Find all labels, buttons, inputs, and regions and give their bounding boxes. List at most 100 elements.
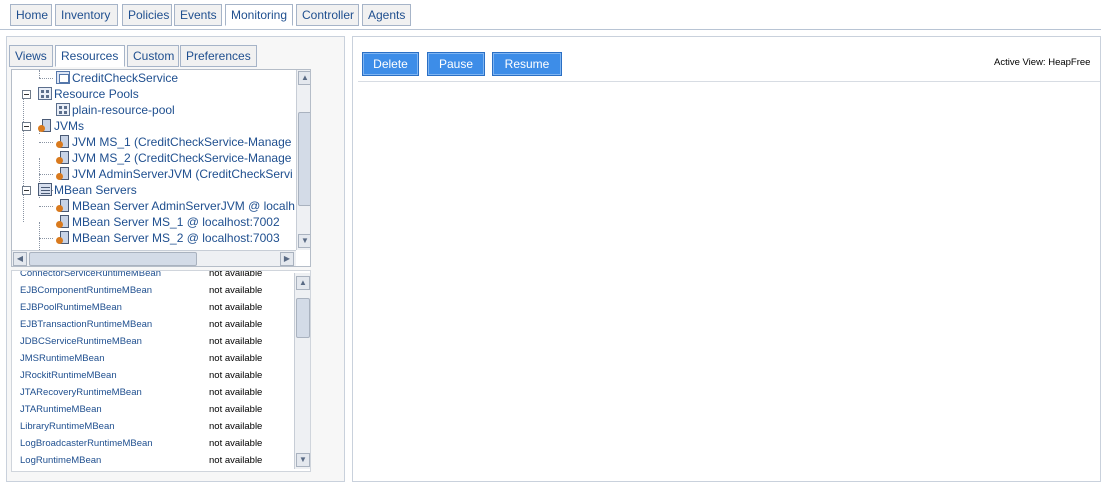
tree-item-mbean-ms1[interactable]: MBean Server MS_1 @ localhost:7002 (56, 214, 280, 230)
tree-vertical-scrollbar[interactable]: ▲ ▼ (296, 70, 310, 250)
tree-item-label: MBean Servers (54, 183, 137, 197)
list-item[interactable]: EJBComponentRuntimeMBean not available (20, 282, 262, 299)
list-item[interactable]: EJBTransactionRuntimeMBean not available (20, 316, 262, 333)
scroll-thumb[interactable] (296, 298, 310, 338)
tree-item-resource-pools[interactable]: Resource Pools (22, 86, 139, 102)
tab-preferences[interactable]: Preferences (180, 45, 257, 67)
tree-item-label: MBean Server MS_1 @ localhost:7002 (72, 215, 280, 229)
mbean-status: not available (209, 455, 263, 466)
list-item[interactable]: JTARuntimeMBean not available (20, 401, 262, 418)
tab-events[interactable]: Events (174, 4, 222, 26)
collapse-icon[interactable] (22, 122, 31, 131)
list-item[interactable]: JDBCServiceRuntimeMBean not available (20, 333, 262, 350)
tree-connector (39, 238, 53, 239)
tree-item-plain-resource-pool[interactable]: plain-resource-pool (56, 102, 175, 118)
tree-item-label: MBean Server MS_2 @ localhost:7003 (72, 231, 280, 245)
scroll-thumb[interactable] (298, 112, 310, 206)
mbean-name: JTARuntimeMBean (20, 404, 102, 415)
collapse-icon[interactable] (22, 90, 31, 99)
tree-item-label: CreditCheckService (72, 71, 179, 85)
jvm-icon (56, 167, 70, 180)
tab-bar-divider (0, 29, 1101, 30)
tree-item-jvm-adminserver[interactable]: JVM AdminServerJVM (CreditCheckServi (56, 166, 293, 182)
jvm-icon (56, 135, 70, 148)
tree-item-label: JVMs (54, 119, 84, 133)
mbean-status: not available (209, 370, 263, 381)
tab-views[interactable]: Views (9, 45, 53, 67)
resource-tree: CreditCheckService Resource Pools plain-… (11, 69, 311, 267)
tree-item-label: MBean Server AdminServerJVM @ localh (72, 199, 295, 213)
mbean-name: EJBPoolRuntimeMBean (20, 302, 122, 313)
pause-button[interactable]: Pause (427, 52, 485, 76)
top-tab-bar: Home Inventory Policies Events Monitorin… (0, 0, 1101, 30)
resume-button[interactable]: Resume (492, 52, 562, 76)
tree-item-creditcheckservice[interactable]: CreditCheckService (56, 70, 178, 86)
mbean-status: not available (209, 336, 263, 347)
tree-item-mbean-servers[interactable]: MBean Servers (22, 182, 137, 198)
resource-pool-icon (56, 103, 70, 116)
mbean-name: EJBTransactionRuntimeMBean (20, 319, 153, 330)
tab-monitoring[interactable]: Monitoring (225, 4, 293, 26)
list-item[interactable]: EJBPoolRuntimeMBean not available (20, 299, 262, 316)
mbean-status: not available (209, 438, 263, 449)
tab-home[interactable]: Home (10, 4, 52, 26)
mbean-status: not available (209, 404, 263, 415)
active-view-label: Active View: HeapFree (994, 57, 1091, 68)
tree-connector (39, 206, 53, 207)
scroll-left-arrow-icon[interactable]: ◀ (13, 252, 27, 266)
tree-item-mbean-adminserver[interactable]: MBean Server AdminServerJVM @ localh (56, 198, 295, 214)
mbean-servers-icon (38, 183, 52, 196)
mbean-name: LogBroadcasterRuntimeMBean (20, 438, 153, 449)
tree-connector (39, 142, 53, 143)
mbean-name: LogRuntimeMBean (20, 455, 102, 466)
tree-item-mbean-ms2[interactable]: MBean Server MS_2 @ localhost:7003 (56, 230, 280, 246)
scroll-right-arrow-icon[interactable]: ▶ (280, 252, 294, 266)
mbean-status: not available (209, 319, 263, 330)
scroll-up-arrow-icon[interactable]: ▲ (298, 71, 310, 85)
mbean-name: LibraryRuntimeMBean (20, 421, 115, 432)
resource-pool-icon (38, 87, 52, 100)
tab-resources[interactable]: Resources (55, 45, 125, 67)
list-item[interactable]: JRockitRuntimeMBean not available (20, 367, 262, 384)
tree-horizontal-scrollbar[interactable]: ◀ ▶ (12, 250, 296, 266)
mbean-server-icon (56, 231, 70, 244)
tree-item-jvm-ms2[interactable]: JVM MS_2 (CreditCheckService-Manage (56, 150, 291, 166)
tab-custom[interactable]: Custom (127, 45, 179, 67)
list-item[interactable]: LogBroadcasterRuntimeMBean not available (20, 435, 262, 452)
mbean-name: JTARecoveryRuntimeMBean (20, 387, 142, 398)
scroll-up-arrow-icon[interactable]: ▲ (296, 276, 310, 290)
delete-button[interactable]: Delete (362, 52, 419, 76)
mbean-name: JRockitRuntimeMBean (20, 370, 117, 381)
mbean-status: not available (209, 421, 263, 432)
tab-agents[interactable]: Agents (362, 4, 411, 26)
mbean-status: not available (209, 353, 263, 364)
navigation-panel: Views Resources Custom Preferences Credi… (6, 36, 345, 482)
tree-item-label: JVM AdminServerJVM (CreditCheckServi (72, 167, 293, 181)
service-icon (56, 71, 70, 84)
mbean-metrics-list: ConnectorServiceRuntimeMBean not availabl… (11, 270, 311, 472)
toolbar-divider (358, 81, 1100, 82)
mbean-status: not available (209, 302, 263, 313)
tree-item-label: JVM MS_2 (CreditCheckService-Manage (72, 151, 292, 165)
metrics-vertical-scrollbar[interactable]: ▲ ▼ (294, 273, 310, 469)
tab-controller[interactable]: Controller (296, 4, 359, 26)
tree-connector (39, 78, 53, 79)
tree-item-jvm-ms1[interactable]: JVM MS_1 (CreditCheckService-Manage (56, 134, 291, 150)
collapse-icon[interactable] (22, 186, 31, 195)
tab-inventory[interactable]: Inventory (55, 4, 118, 26)
scroll-thumb[interactable] (29, 252, 197, 266)
list-item[interactable]: ConnectorServiceRuntimeMBean not availabl… (20, 270, 262, 282)
scroll-down-arrow-icon[interactable]: ▼ (296, 453, 310, 467)
tree-item-label: plain-resource-pool (72, 103, 175, 117)
list-item[interactable]: LogRuntimeMBean not available (20, 452, 262, 469)
list-item[interactable]: JMSRuntimeMBean not available (20, 350, 262, 367)
mbean-status: not available (209, 387, 263, 398)
tree-item-jvms[interactable]: JVMs (22, 118, 84, 134)
list-item[interactable]: LibraryRuntimeMBean not available (20, 418, 262, 435)
tab-policies[interactable]: Policies (122, 4, 172, 26)
scroll-down-arrow-icon[interactable]: ▼ (298, 234, 310, 248)
jvm-icon (38, 119, 52, 132)
list-item[interactable]: JTARecoveryRuntimeMBean not available (20, 384, 262, 401)
tree-item-label: JVM MS_1 (CreditCheckService-Manage (72, 135, 292, 149)
mbean-name: ConnectorServiceRuntimeMBean (20, 270, 161, 279)
